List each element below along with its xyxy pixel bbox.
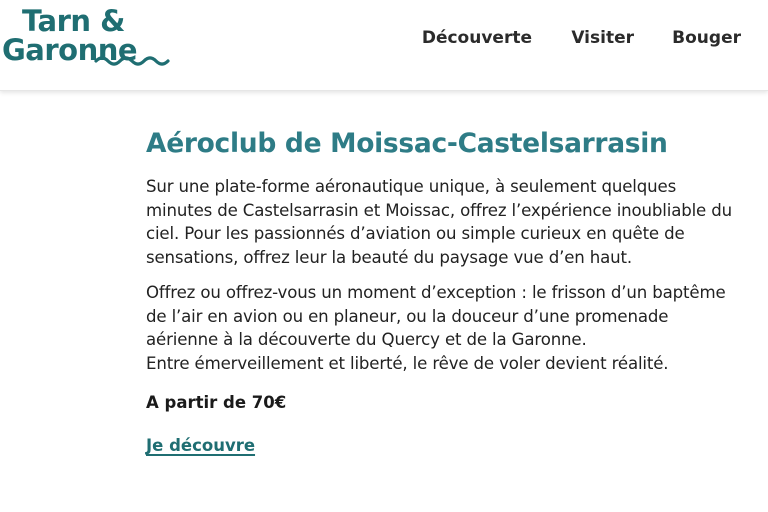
tarn-et-garonne-logo[interactable]: Tarn & Garonne: [2, 4, 177, 70]
offer-line: de l’air en avion ou en planeur, ou la d…: [146, 306, 669, 326]
main-content: Aéroclub de Moissac-Castelsarrasin Sur u…: [146, 124, 756, 457]
wave-icon: [94, 56, 170, 66]
nav-item-visiter[interactable]: Visiter: [571, 27, 634, 49]
price-label: A partir de 70€: [146, 393, 287, 412]
nav-item-bouger[interactable]: Bouger: [672, 27, 741, 49]
offer-line: Entre émerveillement et liberté, le rêve…: [146, 353, 669, 373]
offer-line: Offrez ou offrez-vous un moment d’except…: [146, 283, 726, 302]
page-title: Aéroclub de Moissac-Castelsarrasin: [146, 128, 668, 159]
offer-paragraph: Offrez ou offrez-vous un moment d’except…: [146, 281, 756, 375]
site-header: Tarn & Garonne Découverte Visiter Bouger: [0, 0, 768, 91]
intro-paragraph: Sur une plate-forme aéronautique unique,…: [146, 175, 756, 269]
intro-line: Sur une plate-forme aéronautique unique,…: [146, 177, 677, 196]
nav-item-decouverte[interactable]: Découverte: [422, 27, 532, 49]
intro-line: minutes de Castelsarrasin et Moissac, of…: [146, 200, 732, 220]
intro-line: sensations, offrez leur la beauté du pay…: [146, 247, 632, 267]
offer-line: aérienne à la découverte du Quercy et de…: [146, 330, 587, 349]
discover-link[interactable]: Je découvre: [146, 435, 255, 457]
intro-line: ciel. Pour les passionnés d’aviation ou …: [146, 224, 685, 243]
